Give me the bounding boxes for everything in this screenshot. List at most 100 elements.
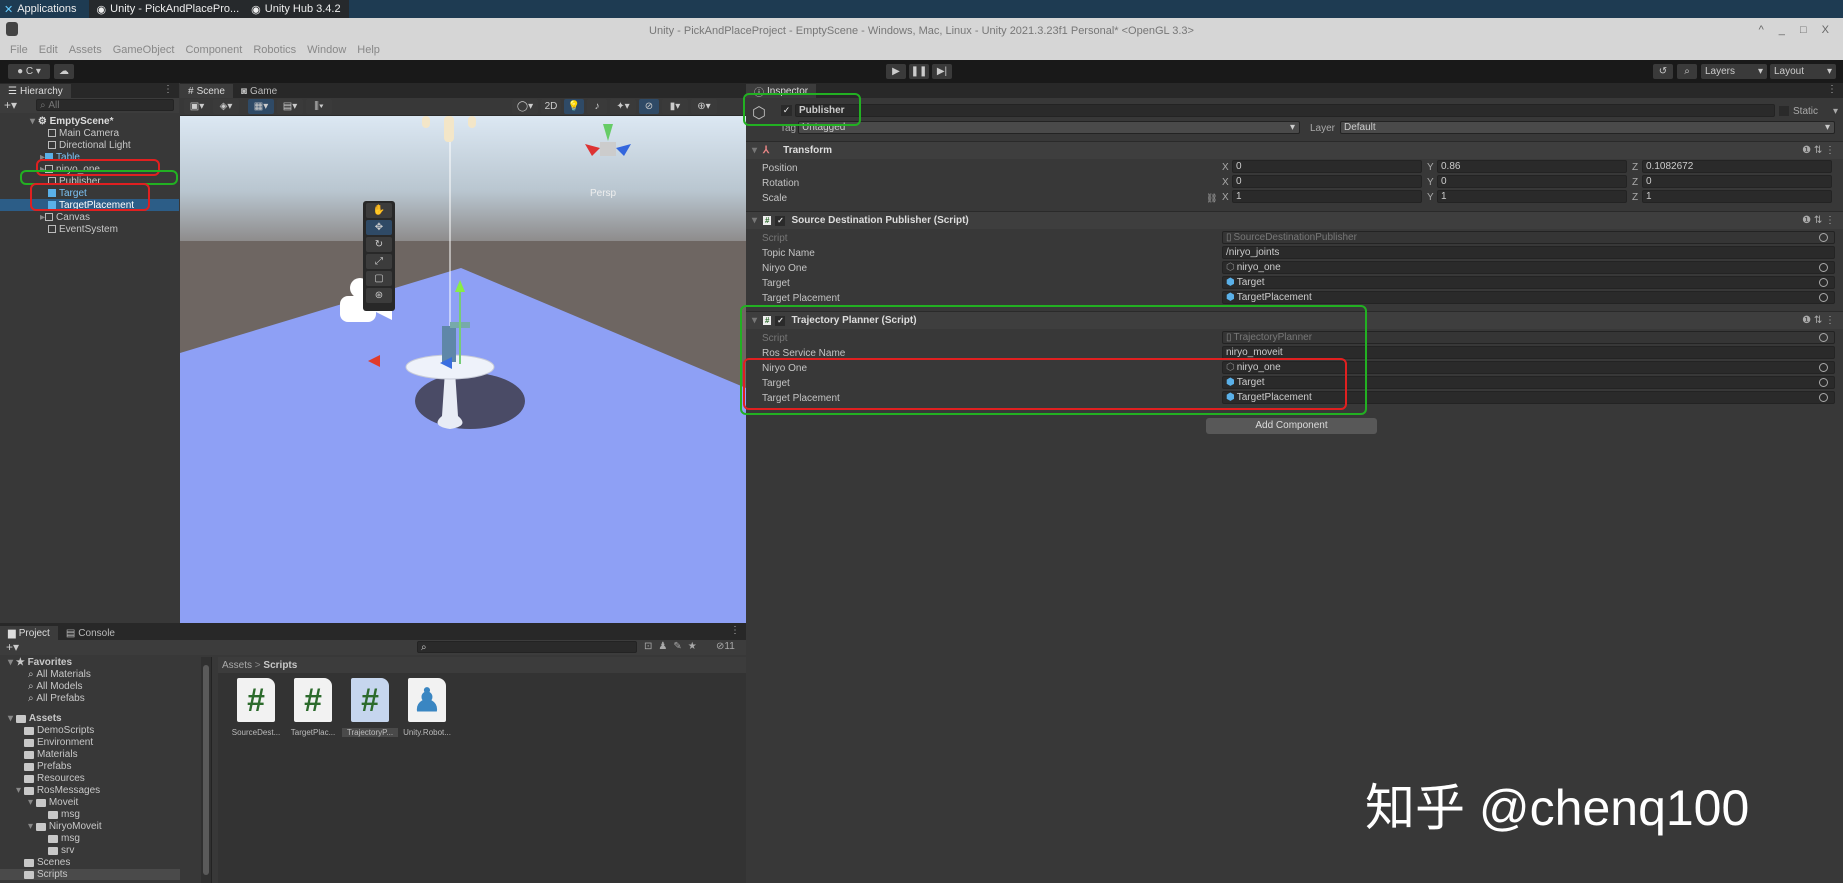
y-axis-label[interactable]: Y xyxy=(1427,177,1434,188)
panel-menu-icon[interactable]: ⋮ xyxy=(730,625,740,636)
target-placement-field[interactable]: ⬢ TargetPlacement xyxy=(1222,391,1835,404)
object-picker-icon[interactable] xyxy=(1819,263,1828,272)
y-axis-label[interactable]: Y xyxy=(1427,162,1434,173)
object-picker-icon[interactable] xyxy=(1819,393,1828,402)
tab-hierarchy[interactable]: ☰ Hierarchy xyxy=(0,84,71,98)
create-button[interactable]: +▾ xyxy=(6,640,19,654)
folder-item[interactable]: srv xyxy=(48,845,74,856)
tab-project[interactable]: ▆ Project xyxy=(0,626,58,640)
hierarchy-item-main-camera[interactable]: Main Camera xyxy=(0,127,179,139)
position-z-field[interactable]: 0.1082672 xyxy=(1642,160,1832,173)
hierarchy-item-publisher[interactable]: Publisher xyxy=(0,175,179,187)
folder-item[interactable]: Resources xyxy=(24,773,85,784)
favorite-item[interactable]: ⌕ All Models xyxy=(28,681,83,692)
static-checkbox[interactable] xyxy=(1779,106,1789,116)
rotation-x-field[interactable]: 0 xyxy=(1232,175,1422,188)
constrain-scale-icon[interactable]: ⛓ xyxy=(1206,193,1217,204)
project-search-input[interactable]: ⌕ xyxy=(417,641,637,653)
folder-item[interactable]: msg xyxy=(48,833,80,844)
lock-icon[interactable]: ⋮ xyxy=(163,84,173,95)
hierarchy-item-table[interactable]: ▸ Table xyxy=(0,151,179,163)
folder-item[interactable]: Scripts xyxy=(0,869,180,880)
scene-root[interactable]: ▾ ⚙ EmptyScene* xyxy=(0,115,179,127)
folder-item[interactable]: DemoScripts xyxy=(24,725,94,736)
draw-mode-dropdown[interactable]: ▣▾ xyxy=(184,99,210,114)
scene-viewport[interactable]: Persp xyxy=(180,116,746,623)
object-picker-icon[interactable] xyxy=(1819,233,1828,242)
transform-tool[interactable]: ⊛ xyxy=(366,288,392,303)
camera-settings-dropdown[interactable]: ▮▾ xyxy=(662,99,688,114)
folder-item[interactable]: Prefabs xyxy=(24,761,71,772)
folder-item[interactable]: msg xyxy=(48,809,80,820)
effects-dropdown[interactable]: ✦▾ xyxy=(610,99,636,114)
hierarchy-search-input[interactable]: ⌕ All xyxy=(36,99,174,111)
step-button[interactable]: ▶| xyxy=(932,64,952,79)
tp-header[interactable]: ▾ # ✓ Trajectory Planner (Script) ❶ ⇅ ⋮ xyxy=(746,311,1843,329)
menu-window[interactable]: Window xyxy=(307,44,346,56)
menu-assets[interactable]: Assets xyxy=(69,44,102,56)
folder-item[interactable]: Environment xyxy=(24,737,93,748)
tab-inspector[interactable]: ⓘ Inspector xyxy=(746,84,817,99)
menu-gameobject[interactable]: GameObject xyxy=(113,44,175,56)
favorites-root[interactable]: ▾ ★ Favorites xyxy=(8,657,72,668)
folder-item[interactable]: ▾ Moveit xyxy=(28,797,78,808)
enabled-checkbox[interactable]: ✓ xyxy=(775,315,786,326)
taskbar-item-unity[interactable]: ◉ Unity - PickAndPlacePro... xyxy=(97,3,240,16)
z-axis-label[interactable]: Z xyxy=(1632,162,1638,173)
component-menu-icon[interactable]: ❶ ⇅ ⋮ xyxy=(1802,145,1835,156)
object-picker-icon[interactable] xyxy=(1819,363,1828,372)
object-picker-icon[interactable] xyxy=(1819,293,1828,302)
filter-icons[interactable]: ⊡♟✎★ xyxy=(644,641,703,652)
hierarchy-item-target[interactable]: Target xyxy=(0,187,179,199)
position-y-field[interactable]: 0.86 xyxy=(1437,160,1627,173)
lock-icon[interactable]: ⋮ xyxy=(1827,84,1837,95)
tree-scrollbar[interactable] xyxy=(201,657,211,883)
breadcrumb-assets[interactable]: Assets xyxy=(222,660,252,671)
layer-dropdown[interactable]: Default ▾ xyxy=(1340,121,1835,134)
visibility-toggle[interactable]: ⊘ xyxy=(639,99,659,114)
pause-button[interactable]: ❚❚ xyxy=(909,64,929,79)
tab-game[interactable]: ◙ Game xyxy=(233,84,285,98)
x-axis-label[interactable]: X xyxy=(1222,177,1229,188)
target-placement-field[interactable]: ⬢ TargetPlacement xyxy=(1222,291,1835,304)
asset-targetplacement[interactable]: # TargetPlac... xyxy=(285,678,341,737)
component-menu-icon[interactable]: ❶ ⇅ ⋮ xyxy=(1802,215,1835,226)
tag-dropdown[interactable]: Untagged ▾ xyxy=(798,121,1300,134)
tab-console[interactable]: ▤ Console xyxy=(58,626,123,640)
target-field[interactable]: ⬢ Target xyxy=(1222,276,1835,289)
active-checkbox[interactable]: ✓ xyxy=(781,105,792,116)
applications-menu[interactable]: ✕ Applications xyxy=(4,3,77,16)
cloud-button[interactable]: ☁ xyxy=(54,64,74,79)
chevron-down-icon[interactable]: ▾ xyxy=(1833,106,1838,117)
increment-snap-dropdown[interactable]: ⫼▾ xyxy=(306,99,332,114)
z-axis-label[interactable]: Z xyxy=(1632,177,1638,188)
transform-header[interactable]: ▾ ⅄ Transform ❶ ⇅ ⋮ xyxy=(746,141,1843,159)
rotation-y-field[interactable]: 0 xyxy=(1437,175,1627,188)
menu-file[interactable]: File xyxy=(10,44,28,56)
hierarchy-item-niryo-one[interactable]: ▸ niryo_one xyxy=(0,163,179,175)
render-mode-dropdown[interactable]: ◈▾ xyxy=(213,99,239,114)
layers-dropdown[interactable]: Layers ▾ xyxy=(1701,64,1767,79)
persp-label[interactable]: Persp xyxy=(590,188,617,199)
snap-dropdown[interactable]: ▤▾ xyxy=(277,99,303,114)
audio-toggle[interactable]: ♪ xyxy=(587,99,607,114)
folder-item[interactable]: ▾ RosMessages xyxy=(16,785,100,796)
hierarchy-item-directional-light[interactable]: Directional Light xyxy=(0,139,179,151)
object-name-input[interactable]: Publisher xyxy=(795,104,1775,117)
object-picker-icon[interactable] xyxy=(1819,278,1828,287)
menu-robotics[interactable]: Robotics xyxy=(253,44,296,56)
undo-history-button[interactable]: ↺ xyxy=(1653,64,1673,79)
create-button[interactable]: +▾ xyxy=(4,98,17,112)
position-x-field[interactable]: 0 xyxy=(1232,160,1422,173)
asset-unity-robotics[interactable]: ♟ Unity.Robot... xyxy=(399,678,455,737)
scale-z-field[interactable]: 1 xyxy=(1642,190,1832,203)
favorite-item[interactable]: ⌕ All Materials xyxy=(28,669,91,680)
y-axis-label[interactable]: Y xyxy=(1427,192,1434,203)
account-dropdown[interactable]: ● C ▾ xyxy=(8,64,50,79)
asset-sourcedestinationpublisher[interactable]: # SourceDest... xyxy=(228,678,284,737)
rotation-z-field[interactable]: 0 xyxy=(1642,175,1832,188)
component-menu-icon[interactable]: ❶ ⇅ ⋮ xyxy=(1802,315,1835,326)
hand-tool[interactable]: ✋ xyxy=(366,203,392,218)
2d-toggle[interactable]: 2D xyxy=(541,99,561,114)
hierarchy-item-targetplacement[interactable]: TargetPlacement xyxy=(0,199,179,211)
